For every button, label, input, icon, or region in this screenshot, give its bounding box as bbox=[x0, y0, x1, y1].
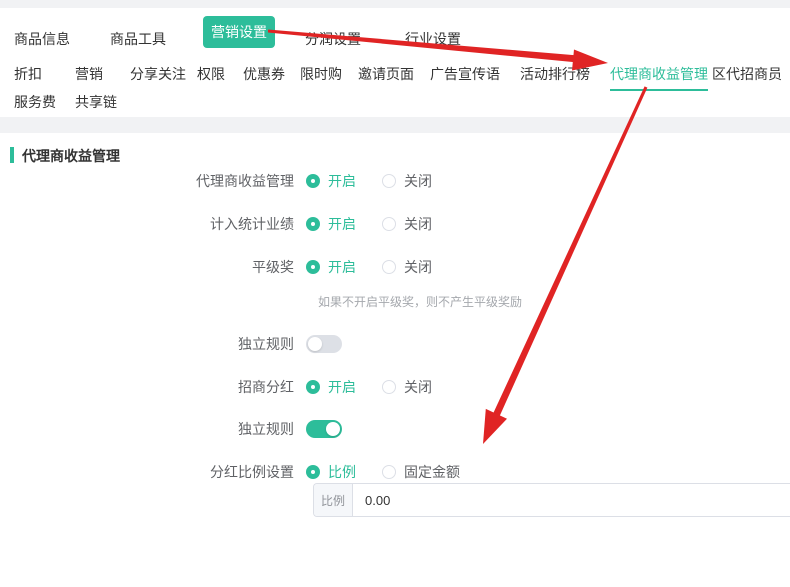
radio-on-label[interactable]: 开启 bbox=[328, 377, 356, 397]
section-accent-bar bbox=[10, 147, 14, 163]
subnav-shared-chain[interactable]: 共享链 bbox=[75, 92, 117, 112]
subnav-activity-rank[interactable]: 活动排行榜 bbox=[520, 64, 590, 84]
subnav-permissions[interactable]: 权限 bbox=[197, 64, 225, 84]
radio-off-label[interactable]: 关闭 bbox=[404, 377, 432, 397]
radio-off-icon[interactable] bbox=[382, 217, 396, 231]
top-nav-panel: 商品信息 商品工具 营销设置 分润设置 行业设置 折扣 营销 分享关注 权限 优… bbox=[0, 8, 790, 117]
subnav-district-agent[interactable]: 区代招商员 bbox=[712, 64, 782, 84]
form-row-count-stats: 计入统计业绩 开启 关闭 bbox=[0, 215, 790, 233]
form-row-agent-revenue: 代理商收益管理 开启 关闭 bbox=[0, 172, 790, 190]
section-title: 代理商收益管理 bbox=[22, 146, 120, 166]
subnav-flash-sale[interactable]: 限时购 bbox=[300, 64, 342, 84]
radio-on-icon[interactable] bbox=[306, 260, 320, 274]
form-row-independent-rule-1: 独立规则 bbox=[0, 335, 790, 353]
radio-on-label[interactable]: 开启 bbox=[328, 257, 356, 277]
radio-off-label[interactable]: 关闭 bbox=[404, 171, 432, 191]
subnav-discount[interactable]: 折扣 bbox=[14, 64, 42, 84]
tab-product-info[interactable]: 商品信息 bbox=[14, 29, 70, 49]
radio-off-icon[interactable] bbox=[382, 174, 396, 188]
tab-profit-settings[interactable]: 分润设置 bbox=[305, 29, 361, 49]
form-row-independent-rule-2: 独立规则 bbox=[0, 420, 790, 438]
switch-knob bbox=[308, 337, 322, 351]
form-row-peer-award: 平级奖 开启 关闭 bbox=[0, 258, 790, 276]
radio-fixed-label[interactable]: 固定金额 bbox=[404, 462, 460, 482]
radio-ratio-icon[interactable] bbox=[306, 465, 320, 479]
radio-on-label[interactable]: 开启 bbox=[328, 171, 356, 191]
field-label: 代理商收益管理 bbox=[0, 171, 306, 191]
field-label: 独立规则 bbox=[0, 334, 306, 354]
radio-on-icon[interactable] bbox=[306, 174, 320, 188]
subnav-ad-slogan[interactable]: 广告宣传语 bbox=[430, 64, 500, 84]
radio-on-label[interactable]: 开启 bbox=[328, 214, 356, 234]
tab-industry-settings[interactable]: 行业设置 bbox=[405, 29, 461, 49]
tab-product-tools[interactable]: 商品工具 bbox=[110, 29, 166, 49]
field-label: 独立规则 bbox=[0, 419, 306, 439]
subnav-invite-page[interactable]: 邀请页面 bbox=[358, 64, 414, 84]
peer-award-helper-text: 如果不开启平级奖，则不产生平级奖励 bbox=[318, 293, 522, 310]
radio-group: 开启 关闭 bbox=[306, 257, 432, 277]
radio-ratio-label[interactable]: 比例 bbox=[328, 462, 356, 482]
form-row-dividend-ratio: 分红比例设置 比例 固定金额 bbox=[0, 463, 790, 481]
radio-fixed-icon[interactable] bbox=[382, 465, 396, 479]
radio-off-icon[interactable] bbox=[382, 380, 396, 394]
switch-knob bbox=[326, 422, 340, 436]
tab-marketing-settings[interactable]: 营销设置 bbox=[203, 16, 275, 48]
subnav-marketing[interactable]: 营销 bbox=[75, 64, 103, 84]
field-label: 平级奖 bbox=[0, 257, 306, 277]
form-row-investment-dividend: 招商分红 开启 关闭 bbox=[0, 378, 790, 396]
radio-off-label[interactable]: 关闭 bbox=[404, 214, 432, 234]
subnav-agent-revenue[interactable]: 代理商收益管理 bbox=[610, 64, 708, 91]
settings-panel: 代理商收益管理 代理商收益管理 开启 关闭 计入统计业绩 开启 关闭 平级奖 bbox=[0, 133, 790, 587]
radio-off-icon[interactable] bbox=[382, 260, 396, 274]
subnav-coupons[interactable]: 优惠券 bbox=[243, 64, 285, 84]
field-label: 分红比例设置 bbox=[0, 462, 306, 482]
radio-group: 开启 关闭 bbox=[306, 171, 432, 191]
toggle-switch-on[interactable] bbox=[306, 420, 342, 438]
toggle-switch-off[interactable] bbox=[306, 335, 342, 353]
radio-group: 比例 固定金额 bbox=[306, 462, 460, 482]
subnav-service-fee[interactable]: 服务费 bbox=[14, 92, 56, 112]
ratio-input-group: 比例 bbox=[313, 483, 790, 517]
radio-group: 开启 关闭 bbox=[306, 377, 432, 397]
field-label: 招商分红 bbox=[0, 377, 306, 397]
radio-on-icon[interactable] bbox=[306, 380, 320, 394]
field-label: 计入统计业绩 bbox=[0, 214, 306, 234]
ratio-value-input[interactable] bbox=[353, 484, 790, 516]
radio-group: 开启 关闭 bbox=[306, 214, 432, 234]
subnav-share-follow[interactable]: 分享关注 bbox=[130, 64, 186, 84]
radio-on-icon[interactable] bbox=[306, 217, 320, 231]
radio-off-label[interactable]: 关闭 bbox=[404, 257, 432, 277]
input-prefix-label: 比例 bbox=[314, 484, 353, 516]
